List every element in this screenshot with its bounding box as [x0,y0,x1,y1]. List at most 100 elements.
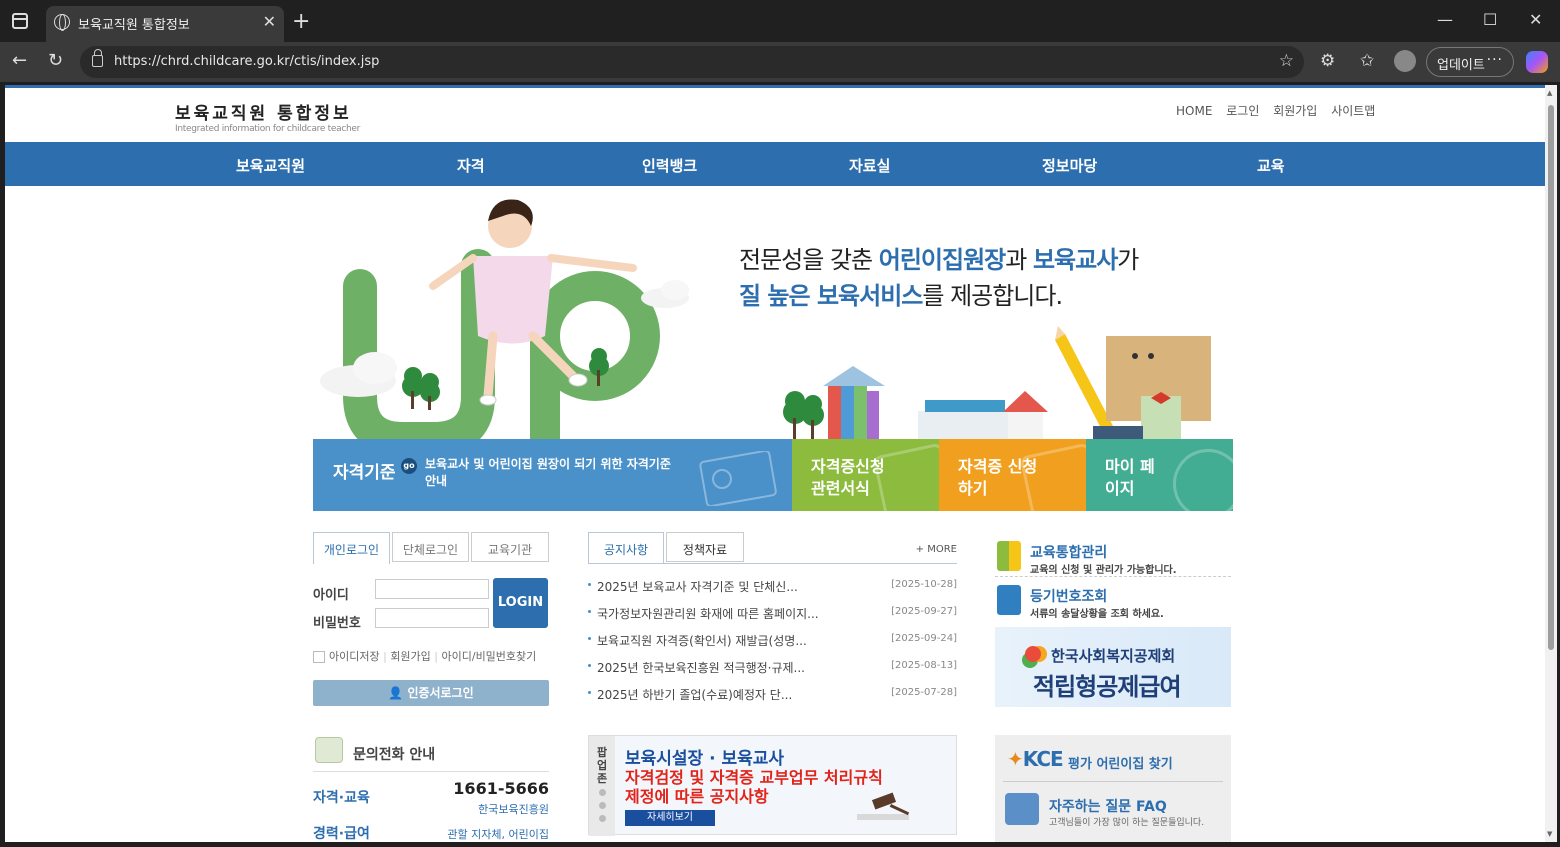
popup-side: 팝업존 [589,736,615,836]
site-logo[interactable]: 보육교직원 통합정보 Integrated information for ch… [175,99,360,134]
minimize-icon[interactable]: — [1437,10,1453,29]
lock-icon[interactable] [92,49,103,67]
slogan-part: 전문성을 갖춘 [739,246,879,274]
popup-detail-button[interactable]: 자세히보기 [625,810,715,826]
gnb-item-staff[interactable]: 보육교직원 [236,155,305,176]
utility-nav: HOME 로그인 회원가입 사이트맵 [1176,102,1385,119]
gnb-item-manpower-bank[interactable]: 인력뱅크 [642,155,697,176]
qualification-standard-banner[interactable]: 자격기준 go 보육교사 및 어린이집 원장이 되기 위한 자격기준 안내 [313,439,792,511]
faq-title[interactable]: 자주하는 질문 FAQ [1049,796,1167,816]
url-text[interactable]: https://chrd.childcare.go.kr/ctis/index.… [114,54,379,69]
welfare-subtitle: 적립형공제급여 [1033,673,1182,701]
divider [313,771,549,772]
gnb-item-education[interactable]: 교육 [1257,155,1285,176]
tab-edu-institution[interactable]: 교육기관 [471,532,549,562]
popup-dot[interactable] [599,802,606,809]
quick-title: 교육통합관리 [1030,545,1108,561]
util-join-link[interactable]: 회원가입 [1273,104,1317,118]
util-home-link[interactable]: HOME [1176,104,1212,118]
notice-item[interactable]: 2025년 한국보육진흥원 적극행정·규제... [2025-08-13] [588,657,957,677]
id-input[interactable] [375,579,489,599]
apply-certificate-tile[interactable]: 자격증 신청하기 [939,439,1086,511]
popup-zone[interactable]: 팝업존 보육시설장 · 보육교사 자격검정 및 자격증 교부업무 처리규칙 제정… [588,735,957,836]
new-tab-icon[interactable]: + [292,9,310,34]
slogan-part: 를 제공합니다. [922,282,1063,310]
refresh-icon[interactable]: ↻ [48,50,63,71]
tab-personal-login[interactable]: 개인로그인 [313,532,390,564]
tile-label: 마이 페이지 [1105,457,1155,498]
join-link[interactable]: 회원가입 [390,650,430,663]
util-login-link[interactable]: 로그인 [1226,104,1259,118]
login-tabs: 개인로그인 단체로그인 교육기관 [313,532,549,564]
close-window-icon[interactable]: ✕ [1529,10,1542,29]
notice-item[interactable]: 국가정보자원관리원 화재에 따른 홈페이지... [2025-09-27] [588,603,957,623]
certificate-login-button[interactable]: 👤 인증서로그인 [313,680,549,706]
user-key-icon: 👤 [388,686,404,700]
bullet [588,583,591,586]
popup-dot[interactable] [599,789,606,796]
update-button[interactable]: 업데이트 ··· [1426,47,1514,77]
notice-title[interactable]: 국가정보자원관리원 화재에 따른 홈페이지... [597,605,819,622]
address-bar[interactable]: https://chrd.childcare.go.kr/ctis/index.… [80,46,1304,78]
welfare-banner[interactable]: 한국사회복지공제회 적립형공제급여 [995,627,1231,707]
tab-actions-icon[interactable] [12,13,28,29]
browser-tab[interactable]: 보육교직원 통합정보 ✕ [46,6,284,42]
more-link[interactable]: + MORE [916,544,957,555]
notice-date: [2025-09-27] [891,606,957,617]
favorites-icon[interactable]: ✩ [1360,51,1374,71]
favorite-star-icon[interactable]: ☆ [1279,51,1294,71]
gnb-item-info[interactable]: 정보마당 [1042,155,1097,176]
password-label: 비밀번호 [313,616,361,631]
hero-slogan: 전문성을 갖춘 어린이집원장과 보육교사가 질 높은 보육서비스를 제공합니다. [739,242,1139,314]
kce-mark-icon: ✦ [1007,747,1024,771]
find-account-link[interactable]: 아이디/비밀번호찾기 [442,650,537,663]
more-menu-icon[interactable]: ··· [1487,52,1503,68]
extensions-icon[interactable]: ⚙ [1320,51,1335,71]
kce-box: ✦KCE 평가 어린이집 찾기 자주하는 질문 FAQ 고객님들이 가장 많이 … [995,735,1231,842]
notice-title[interactable]: 2025년 보육교사 자격기준 및 단체신... [597,578,798,595]
save-id-label[interactable]: 아이디저장 [329,650,380,663]
kce-logo[interactable]: ✦KCE [1007,747,1064,771]
back-icon[interactable]: ← [12,50,27,71]
logo-korean: 보육교직원 통합정보 [175,104,352,124]
notice-item[interactable]: 보육교직원 자격증(확인서) 재발급(성명... [2025-09-24] [588,630,957,650]
kce-title[interactable]: 평가 어린이집 찾기 [1068,753,1173,772]
gnb-item-qualification[interactable]: 자격 [457,155,485,176]
gnb-item-library[interactable]: 자료실 [849,155,890,176]
tab-policy[interactable]: 정책자료 [666,532,744,562]
save-id-checkbox[interactable] [313,651,325,663]
contact-org: 한국보육진흥원 [478,803,549,816]
cert-login-label: 인증서로그인 [407,686,474,700]
scroll-up-icon[interactable]: ▲ [1547,89,1552,97]
login-button[interactable]: LOGIN [493,578,548,628]
slogan-part: 과 [1005,246,1033,274]
quick-desc: 교육의 신청 및 관리가 가능합니다. [1030,565,1177,576]
page-viewport: 보육교직원 통합정보 Integrated information for ch… [5,85,1557,842]
phone-book-icon [315,737,343,763]
notice-title[interactable]: 보육교직원 자격증(확인서) 재발급(성명... [597,632,807,649]
tab-group-login[interactable]: 단체로그인 [392,532,469,562]
edu-management-link[interactable]: 교육통합관리 교육의 신청 및 관리가 가능합니다. [995,537,1231,577]
popup-dot[interactable] [599,815,606,822]
util-sitemap-link[interactable]: 사이트맵 [1331,104,1375,118]
password-input[interactable] [375,608,489,628]
profile-avatar[interactable] [1394,50,1416,72]
certificate-forms-tile[interactable]: 자격증신청 관련서식 [792,439,939,511]
tab-notice[interactable]: 공지사항 [588,532,664,564]
notice-title[interactable]: 2025년 한국보육진흥원 적극행정·규제... [597,659,805,676]
contact-label-career: 경력·급여 [313,826,370,842]
page-scrollbar[interactable]: ▲ ▼ [1545,85,1557,842]
scroll-down-icon[interactable]: ▼ [1547,830,1552,838]
notice-item[interactable]: 2025년 보육교사 자격기준 및 단체신... [2025-10-28] [588,576,957,596]
slogan-highlight: 보육교사 [1032,246,1118,274]
registered-mail-link[interactable]: 등기번호조회 서류의 송달상황을 조회 하세요. [995,581,1231,621]
close-tab-icon[interactable]: ✕ [263,12,276,31]
notice-item[interactable]: 2025년 하반기 졸업(수료)예정자 단... [2025-07-28] [588,684,957,704]
notice-title[interactable]: 2025년 하반기 졸업(수료)예정자 단... [597,686,792,703]
copilot-icon[interactable] [1526,51,1548,73]
scroll-thumb[interactable] [1548,105,1554,650]
notebook-icon [997,585,1021,615]
my-page-tile[interactable]: 마이 페이지 [1086,439,1233,511]
maximize-icon[interactable]: ☐ [1483,10,1497,29]
browser-toolbar: ← ↻ https://chrd.childcare.go.kr/ctis/in… [0,42,1560,82]
